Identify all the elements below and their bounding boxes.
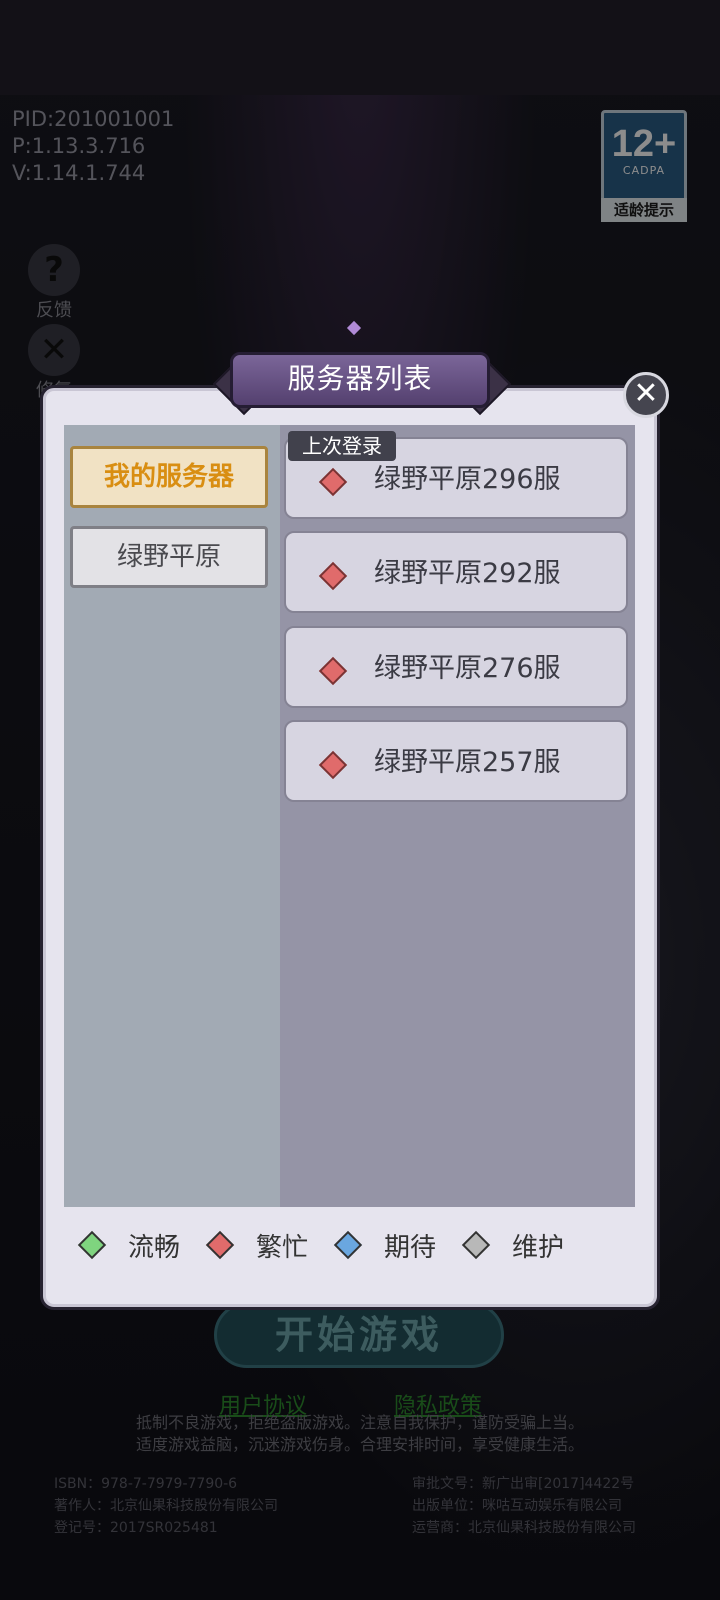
close-icon: ✕ [633, 376, 659, 411]
busy-status-icon [318, 750, 348, 780]
legend-busy: 繁忙 [205, 1227, 309, 1264]
gray-diamond-icon [461, 1230, 491, 1260]
status-legend: 流畅 繁忙 期待 维护 [77, 1225, 622, 1265]
blue-diamond-icon [333, 1230, 363, 1260]
busy-status-icon [318, 561, 348, 591]
server-name: 绿野平原292服 [374, 558, 561, 589]
server-item[interactable]: 绿野平原276服 [284, 626, 628, 708]
legend-label: 维护 [512, 1232, 565, 1263]
busy-status-icon [318, 656, 348, 686]
green-diamond-icon [77, 1230, 107, 1260]
legend-upcoming: 期待 [333, 1227, 437, 1264]
legend-label: 期待 [384, 1232, 437, 1263]
dialog-title: 服务器列表 [230, 352, 490, 408]
legend-smooth: 流畅 [77, 1227, 181, 1264]
last-login-tag: 上次登录 [288, 431, 396, 461]
server-item[interactable]: 绿野平原292服 [284, 531, 628, 613]
busy-status-icon [318, 467, 348, 497]
close-button[interactable]: ✕ [623, 372, 669, 418]
tab-my-servers[interactable]: 我的服务器 [70, 446, 268, 508]
red-diamond-icon [205, 1230, 235, 1260]
server-name: 绿野平原257服 [374, 747, 561, 778]
legend-label: 繁忙 [256, 1232, 309, 1263]
legend-label: 流畅 [128, 1232, 181, 1263]
server-item[interactable]: 绿野平原257服 [284, 720, 628, 802]
tab-green-plain[interactable]: 绿野平原 [70, 526, 268, 588]
server-name: 绿野平原276服 [374, 653, 561, 684]
legend-maintenance: 维护 [461, 1227, 565, 1264]
server-name: 绿野平原296服 [374, 464, 561, 495]
